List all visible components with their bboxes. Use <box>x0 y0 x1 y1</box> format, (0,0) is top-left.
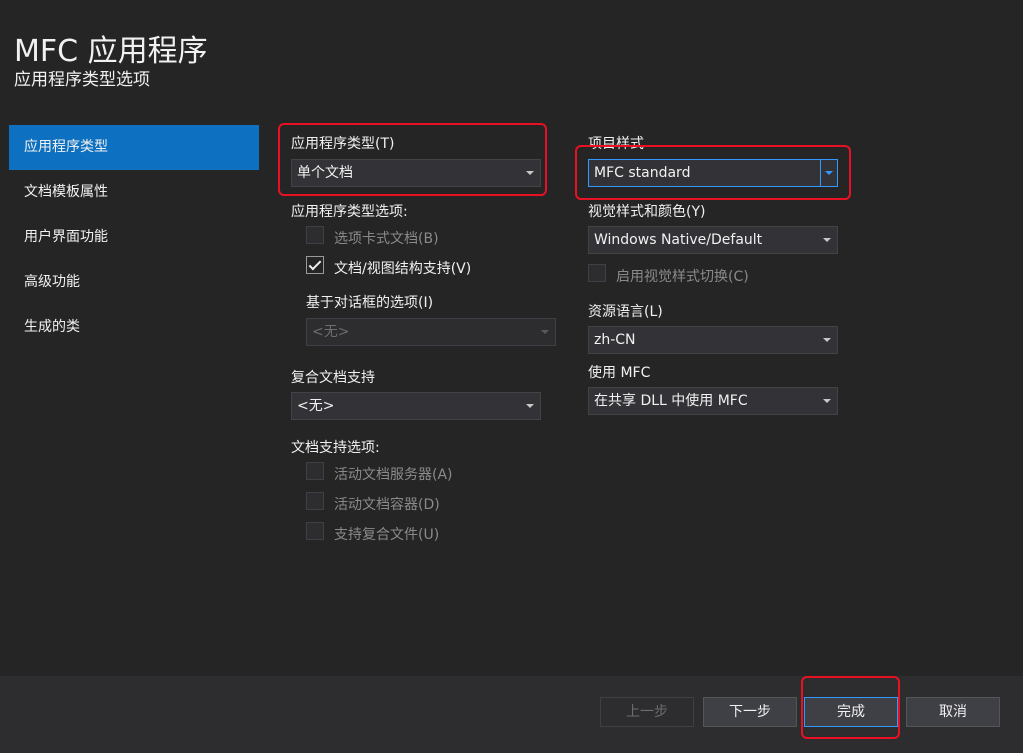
chevron-down-icon <box>825 171 833 175</box>
use-mfc-label: 使用 MFC <box>588 365 651 381</box>
app-type-select[interactable]: 单个文档 <box>291 159 541 187</box>
chevron-down-icon <box>823 338 831 342</box>
tabbed-docs-checkbox[interactable] <box>306 226 324 244</box>
resource-lang-label: 资源语言(L) <box>588 304 663 320</box>
app-type-label: 应用程序类型(T) <box>291 136 395 152</box>
dropdown-button[interactable] <box>820 160 837 186</box>
tabbed-docs-label: 选项卡式文档(B) <box>334 231 439 247</box>
active-server-label: 活动文档服务器(A) <box>334 467 453 483</box>
active-server-checkbox[interactable] <box>306 462 324 480</box>
cancel-button[interactable]: 取消 <box>906 697 1000 727</box>
style-switch-checkbox[interactable] <box>588 264 606 282</box>
dialog-options-label: 基于对话框的选项(I) <box>306 295 434 311</box>
chevron-down-icon <box>526 171 534 175</box>
sidebar-item-advanced[interactable]: 高级功能 <box>9 260 259 305</box>
compound-files-checkbox[interactable] <box>306 522 324 540</box>
compound-files-label: 支持复合文件(U) <box>334 527 440 543</box>
prev-button[interactable]: 上一步 <box>600 697 694 727</box>
doc-view-checkbox[interactable] <box>306 256 324 274</box>
active-container-checkbox[interactable] <box>306 492 324 510</box>
sidebar-item-doc-template[interactable]: 文档模板属性 <box>9 170 259 215</box>
finish-button[interactable]: 完成 <box>804 697 898 727</box>
sidebar-item-ui-features[interactable]: 用户界面功能 <box>9 215 259 260</box>
next-button[interactable]: 下一步 <box>703 697 797 727</box>
app-type-value: 单个文档 <box>297 165 353 181</box>
project-style-select[interactable]: MFC standard <box>588 159 838 187</box>
sidebar-item-app-type[interactable]: 应用程序类型 <box>9 125 259 170</box>
page-subtitle: 应用程序类型选项 <box>14 70 150 90</box>
doc-support-label: 文档支持选项: <box>291 440 380 456</box>
use-mfc-select[interactable]: 在共享 DLL 中使用 MFC <box>588 387 838 415</box>
resource-lang-select[interactable]: zh-CN <box>588 326 838 354</box>
chevron-down-icon <box>541 330 549 334</box>
dialog-options-select[interactable]: <无> <box>306 318 556 346</box>
page-title: MFC 应用程序 <box>14 34 208 69</box>
visual-style-value: Windows Native/Default <box>594 232 763 248</box>
use-mfc-value: 在共享 DLL 中使用 MFC <box>594 393 748 409</box>
sidebar-item-generated-classes[interactable]: 生成的类 <box>9 305 259 350</box>
compound-doc-label: 复合文档支持 <box>291 370 375 386</box>
chevron-down-icon <box>823 399 831 403</box>
dialog-options-value: <无> <box>312 324 350 340</box>
resource-lang-value: zh-CN <box>594 332 636 348</box>
visual-style-select[interactable]: Windows Native/Default <box>588 226 838 254</box>
compound-doc-value: <无> <box>297 398 335 414</box>
style-switch-label: 启用视觉样式切换(C) <box>616 269 749 285</box>
project-style-value: MFC standard <box>594 165 691 181</box>
compound-doc-select[interactable]: <无> <box>291 392 541 420</box>
app-type-options-label: 应用程序类型选项: <box>291 204 408 220</box>
visual-style-label: 视觉样式和颜色(Y) <box>588 204 706 220</box>
chevron-down-icon <box>526 404 534 408</box>
project-style-label: 项目样式 <box>588 136 644 152</box>
active-container-label: 活动文档容器(D) <box>334 497 440 513</box>
doc-view-label: 文档/视图结构支持(V) <box>334 261 472 277</box>
chevron-down-icon <box>823 238 831 242</box>
